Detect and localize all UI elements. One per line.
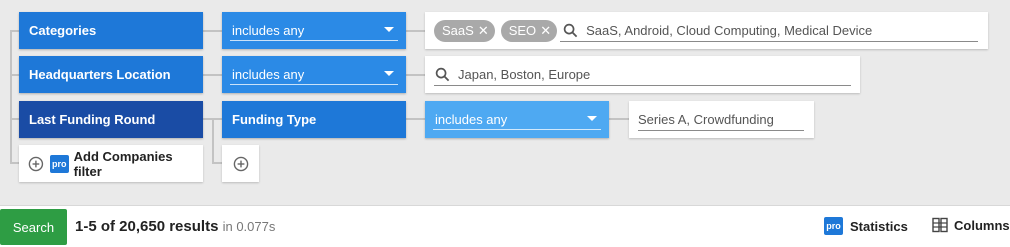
close-icon[interactable]: ✕: [478, 24, 489, 37]
columns-button[interactable]: Columns: [932, 217, 1010, 233]
categories-field-label: Categories: [29, 23, 97, 38]
connector-line: [212, 162, 222, 164]
chip-seo: SEO ✕: [500, 19, 558, 42]
connector-line: [212, 118, 214, 163]
statistics-button[interactable]: pro Statistics: [824, 217, 908, 235]
connector-line: [10, 74, 19, 76]
categories-operator-select[interactable]: includes any: [222, 12, 406, 49]
pro-badge: pro: [824, 217, 843, 235]
headquarters-value-field[interactable]: Japan, Boston, Europe: [425, 56, 860, 93]
funding-round-field-label: Last Funding Round: [29, 112, 156, 127]
chevron-down-icon: [587, 116, 597, 121]
connector-line: [10, 30, 19, 32]
operator-label: includes any: [232, 67, 305, 82]
results-count: 1-5 of 20,650 results: [75, 218, 219, 235]
search-icon: [563, 23, 578, 38]
operator-underline: [230, 40, 398, 41]
chevron-down-icon: [384, 27, 394, 32]
results-summary: 1-5 of 20,650 results in 0.077s: [75, 218, 275, 235]
plus-circle-icon: [233, 156, 248, 171]
columns-label: Columns: [954, 217, 1010, 233]
funding-operator-select[interactable]: includes any: [425, 101, 609, 138]
statistics-label: Statistics: [850, 218, 908, 234]
pro-badge: pro: [49, 154, 69, 173]
chevron-down-icon: [384, 71, 394, 76]
results-time: in 0.077s: [222, 219, 276, 234]
close-icon[interactable]: ✕: [540, 24, 551, 37]
add-subfilter-button[interactable]: [222, 145, 259, 182]
chip-label: SEO: [508, 23, 537, 38]
categories-field-button[interactable]: Categories: [19, 12, 203, 49]
connector-line: [203, 30, 222, 32]
headquarters-field-button[interactable]: Headquarters Location: [19, 56, 203, 93]
funding-type-field-label: Funding Type: [232, 112, 317, 127]
search-button[interactable]: Search: [0, 209, 67, 245]
chip-saas: SaaS ✕: [434, 19, 495, 42]
operator-label: includes any: [232, 23, 305, 38]
categories-value-field[interactable]: SaaS ✕ SEO ✕ SaaS, Android, Cloud Comput…: [425, 12, 988, 49]
headquarters-operator-select[interactable]: includes any: [222, 56, 406, 93]
columns-icon: [932, 217, 948, 233]
operator-underline: [230, 84, 398, 85]
input-underline: [434, 85, 851, 86]
operator-label: includes any: [435, 112, 508, 127]
connector-line: [609, 118, 629, 120]
input-underline: [560, 41, 978, 42]
funding-input-placeholder[interactable]: Series A, Crowdfunding: [638, 112, 774, 127]
categories-input-placeholder[interactable]: SaaS, Android, Cloud Computing, Medical …: [586, 23, 872, 38]
connector-line: [10, 162, 19, 164]
add-filter-label: Add Companies filter: [73, 148, 173, 179]
input-underline: [638, 130, 804, 131]
connector-line: [10, 118, 19, 120]
operator-underline: [433, 129, 601, 130]
funding-type-field-button[interactable]: Funding Type: [222, 101, 406, 138]
results-bar: Search 1-5 of 20,650 results in 0.077s p…: [0, 205, 1010, 247]
headquarters-input-placeholder[interactable]: Japan, Boston, Europe: [458, 67, 590, 82]
connector-line: [10, 30, 12, 163]
funding-round-field-button[interactable]: Last Funding Round: [19, 101, 203, 138]
plus-circle-icon: [28, 156, 44, 171]
search-icon: [435, 67, 450, 82]
chip-label: SaaS: [442, 23, 474, 38]
funding-value-field[interactable]: Series A, Crowdfunding: [629, 101, 814, 138]
connector-line: [406, 118, 425, 120]
connector-line: [203, 74, 222, 76]
add-companies-filter-button[interactable]: pro Add Companies filter: [19, 145, 203, 182]
connector-line: [406, 30, 425, 32]
connector-line: [406, 74, 425, 76]
headquarters-field-label: Headquarters Location: [29, 67, 171, 82]
